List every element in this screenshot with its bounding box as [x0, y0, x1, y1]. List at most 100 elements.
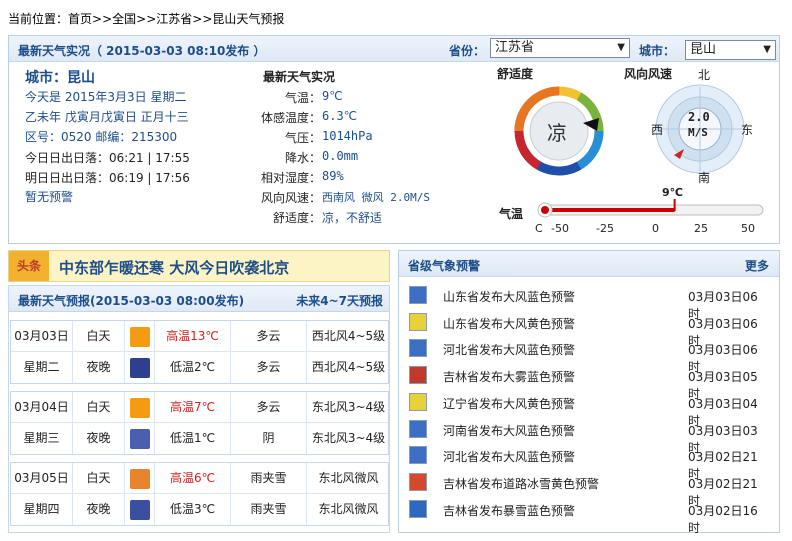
- info-line: 明日日出日落：06:19 | 17:56: [25, 171, 190, 185]
- warning-link[interactable]: 辽宁省发布大风黄色预警: [443, 395, 575, 412]
- forecast-weekday: 星期四: [11, 494, 73, 525]
- obs-key: 风向风速：: [260, 191, 321, 205]
- warning-link[interactable]: 吉林省发布大雾蓝色预警: [443, 368, 575, 385]
- warning-item[interactable]: 山东省发布大风黄色预警 03月03日06时: [409, 310, 769, 348]
- forecast-day-card: 03月05日 白天 高温6℃ 雨夹雪 东北风微风 星期四 夜晚 低温3℃ 雨夹雪 东北风微风: [10, 462, 389, 526]
- compass-south: 南: [698, 171, 711, 185]
- yellow-wind-icon: [409, 392, 427, 411]
- headline-bar[interactable]: 头条 中东部乍暖还寒 大风今日吹袭北京: [8, 250, 390, 282]
- warning-item[interactable]: 河北省发布大风蓝色预警 03月03日06时: [409, 336, 769, 374]
- temp-now-label: 9℃: [662, 186, 683, 199]
- forecast-period: 夜晚: [73, 352, 125, 383]
- warning-link[interactable]: 山东省发布大风蓝色预警: [443, 288, 575, 305]
- forecast-weather: 多云: [231, 352, 307, 383]
- info-line: 区号：0520 邮编：215300: [25, 130, 178, 144]
- warning-link[interactable]: 河北省发布大风蓝色预警: [443, 341, 575, 358]
- forecast-weather: 阴: [231, 423, 307, 454]
- sunny-cloudy-icon: [129, 397, 150, 418]
- forecast-weather: 雨夹雪: [231, 463, 307, 494]
- obs-value: 6.3℃: [322, 109, 358, 123]
- obs-value: 9℃: [322, 89, 343, 103]
- forecast-weather: 雨夹雪: [231, 494, 307, 525]
- forecast-period: 夜晚: [73, 494, 125, 525]
- breadcrumb-prefix: 当前位置：: [8, 12, 69, 26]
- city-select[interactable]: 昆山 ▼: [685, 40, 776, 60]
- forecast-wind: 东北风3~4级: [311, 400, 386, 414]
- warnings-more-link[interactable]: 更多: [745, 257, 769, 274]
- obs-value: 1014hPa: [322, 129, 373, 143]
- breadcrumb-home-link[interactable]: 首页: [68, 12, 92, 26]
- cloud-night-icon: [129, 428, 150, 449]
- warning-link[interactable]: 河北省发布大风蓝色预警: [443, 448, 575, 465]
- warnings-header: 省级气象预警 更多: [399, 251, 779, 277]
- warning-item[interactable]: 山东省发布大风蓝色预警 03月03日06时: [409, 283, 769, 321]
- forecast-row-day: 03月03日 白天 高温13℃ 多云 西北风4~5级: [11, 321, 388, 352]
- breadcrumb: 当前位置：首页>>全国>>江苏省>>昆山天气预报: [8, 10, 284, 27]
- breadcrumb-province-link[interactable]: 江苏省: [156, 12, 192, 26]
- forecast-temp: 低温1℃: [155, 423, 231, 454]
- obs-key: 气温：: [284, 91, 321, 105]
- wind-unit: M/S: [688, 126, 708, 139]
- warning-link[interactable]: 吉林省发布道路冰雪黄色预警: [443, 475, 599, 492]
- chevron-down-icon: ▼: [617, 42, 625, 53]
- city-label: 城市：: [639, 44, 676, 58]
- forecast-row-day: 03月04日 白天 高温7℃ 多云 东北风3~4级: [11, 392, 388, 423]
- forecast-wind: 东北风3~4级: [311, 431, 386, 445]
- temp-bar-label: 气温: [499, 207, 524, 221]
- blue-wind-icon: [409, 419, 427, 438]
- warning-item[interactable]: 吉林省发布暴雪蓝色预警 03月02日16时: [409, 497, 769, 535]
- headline-link[interactable]: 中东部乍暖还寒 大风今日吹袭北京: [59, 257, 289, 278]
- forecast-row-night: 星期二 夜晚 低温2℃ 多云 西北风4~5级: [11, 352, 388, 383]
- forecast-icon-cell: [125, 392, 155, 423]
- temp-tick: 25: [694, 222, 708, 235]
- realtime-panel: 最新天气实况（ 2015-03-03 08:10发布 ） 省份： 江苏省 ▼ 城市…: [8, 35, 780, 244]
- warning-item[interactable]: 辽宁省发布大风黄色预警 03月03日04时: [409, 390, 769, 428]
- forecast-weekday: 星期二: [11, 352, 73, 383]
- obs-key: 相对湿度：: [260, 171, 321, 185]
- compass-east: 东: [741, 123, 754, 137]
- warning-link[interactable]: 山东省发布大风黄色预警: [443, 315, 575, 332]
- forecast-icon-cell: [125, 423, 155, 454]
- warning-link[interactable]: 吉林省发布暴雪蓝色预警: [443, 502, 575, 519]
- forecast-row-night: 星期四 夜晚 低温3℃ 雨夹雪 东北风微风: [11, 494, 388, 525]
- forecast-period: 白天: [73, 463, 125, 494]
- warning-link[interactable]: 河南省发布大风蓝色预警: [443, 422, 575, 439]
- forecast-wind: 东北风微风: [318, 471, 379, 485]
- obs-title: 最新天气实况: [263, 70, 336, 84]
- breadcrumb-nation-link[interactable]: 全国: [112, 12, 136, 26]
- temp-tick: -50: [551, 222, 569, 235]
- obs-key: 气压：: [284, 131, 321, 145]
- warning-item[interactable]: 河北省发布大风蓝色预警 03月02日21时: [409, 443, 769, 481]
- obs-value: 西南风 微风 2.0M/S: [322, 191, 430, 204]
- sleet-night-icon: [129, 499, 150, 520]
- info-line: 今天是 2015年3月3日 星期二: [25, 90, 187, 104]
- forecast-icon-cell: [125, 494, 155, 525]
- fog-warning-icon: [409, 366, 427, 385]
- compass-west: 西: [651, 123, 664, 137]
- comfort-value: 凉: [547, 121, 567, 145]
- comfort-title: 舒适度: [497, 67, 534, 81]
- obs-value: 0.0mm: [322, 149, 359, 163]
- warning-time: 03月02日16时: [688, 503, 758, 535]
- info-line: 今日日出日落：06:21 | 17:55: [25, 151, 190, 165]
- forecast-period: 夜晚: [73, 423, 125, 454]
- temp-tick: 50: [741, 222, 755, 235]
- forecast-day-card: 03月04日 白天 高温7℃ 多云 东北风3~4级 星期三 夜晚 低温1℃ 阴东北风3~4级: [10, 391, 389, 455]
- warning-item[interactable]: 河南省发布大风蓝色预警 03月03日03时: [409, 417, 769, 455]
- snow-warning-icon: [409, 499, 427, 518]
- forecast-weekday: 星期三: [11, 423, 73, 454]
- warning-item[interactable]: 吉林省发布大雾蓝色预警 03月03日05时: [409, 363, 769, 401]
- forecast-icon-cell: [125, 352, 155, 383]
- moon-icon: [129, 357, 150, 378]
- forecast-day-card: 03月03日 白天 高温13℃ 多云 西北风4~5级 星期二 夜晚 低温2℃ 多云 西北风4~5级: [10, 320, 389, 384]
- province-select[interactable]: 江苏省 ▼: [490, 38, 630, 58]
- forecast-temp: 低温3℃: [155, 494, 231, 525]
- warning-item[interactable]: 吉林省发布道路冰雪黄色预警 03月02日21时: [409, 470, 769, 508]
- blue-wind-icon: [409, 446, 427, 465]
- obs-value: 89%: [322, 169, 344, 183]
- blue-wind-icon: [409, 286, 427, 304]
- temp-tick: 0: [652, 222, 659, 235]
- forecast-more-link[interactable]: 未来4~7天预报: [296, 292, 383, 309]
- wind-value: 2.0: [688, 110, 710, 124]
- sunny-cloudy-icon: [129, 326, 150, 347]
